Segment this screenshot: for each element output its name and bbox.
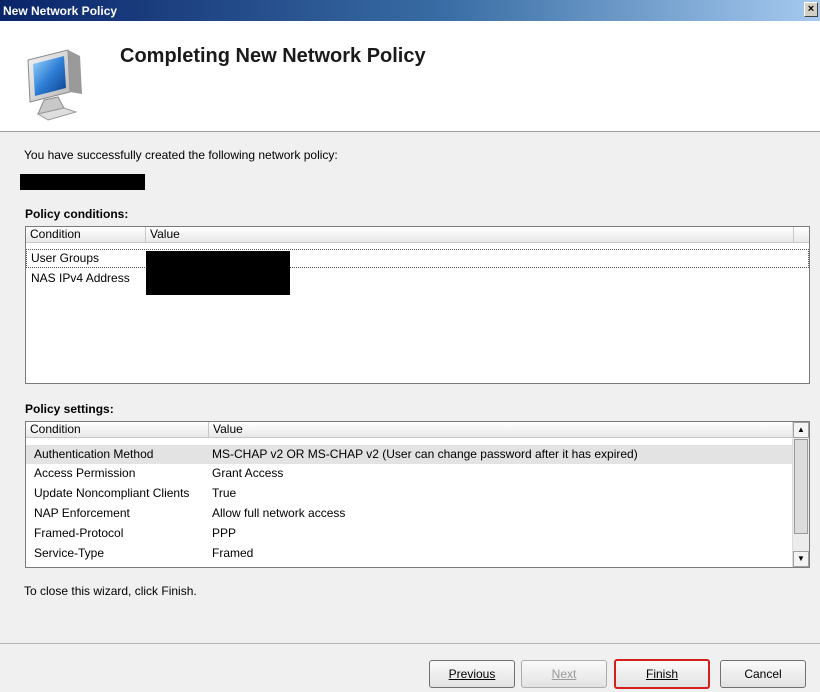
policy-conditions-list[interactable]: Condition Value User Groups NAS IPv4 Add… [25, 226, 810, 384]
previous-button-label: Previous [448, 667, 496, 681]
new-network-policy-dialog: New Network Policy × Completing New Netw… [0, 0, 820, 692]
finish-button[interactable]: Finish [614, 659, 710, 689]
condition-cell: Authentication Method [34, 447, 154, 461]
table-row[interactable]: Authentication Method MS-CHAP v2 OR MS-C… [26, 445, 809, 464]
table-row[interactable]: NAP Enforcement Allow full network acces… [26, 504, 809, 523]
condition-cell: Access Permission [34, 466, 136, 480]
computer-monitor-icon [27, 49, 82, 121]
table-row[interactable]: Update Noncompliant Clients True [26, 484, 809, 503]
page-title: Completing New Network Policy [120, 45, 426, 67]
finish-button-label: Finish [645, 667, 678, 681]
policy-conditions-header: Condition Value [26, 227, 809, 243]
scroll-up-icon[interactable]: ▲ [793, 422, 809, 438]
policy-settings-header: Condition Value [26, 422, 809, 438]
previous-button[interactable]: Previous [429, 660, 515, 688]
table-row[interactable]: NAS IPv4 Address [26, 269, 809, 288]
condition-cell: User Groups [31, 251, 100, 265]
value-cell: Allow full network access [212, 506, 346, 520]
redacted-condition-values [146, 251, 290, 295]
column-header-condition[interactable]: Condition [26, 227, 146, 243]
column-header-value[interactable]: Value [209, 422, 794, 438]
policy-conditions-label: Policy conditions: [25, 207, 129, 221]
cancel-button-label: Cancel [744, 667, 782, 681]
wizard-header: Completing New Network Policy [0, 21, 820, 132]
condition-cell: Service-Type [34, 546, 105, 560]
close-hint-text: To close this wizard, click Finish. [24, 584, 197, 598]
policy-settings-label: Policy settings: [25, 402, 114, 416]
table-row[interactable]: Access Permission Grant Access [26, 464, 809, 483]
value-cell: Grant Access [212, 466, 284, 480]
title-bar: New Network Policy × [0, 0, 820, 21]
column-header-value[interactable]: Value [146, 227, 794, 243]
footer-divider [0, 643, 820, 644]
condition-cell: Framed-Protocol [34, 526, 124, 540]
condition-cell: NAS IPv4 Address [31, 271, 130, 285]
window-title: New Network Policy [3, 3, 118, 18]
value-cell: True [212, 486, 237, 500]
redacted-policy-name [20, 174, 145, 190]
next-button[interactable]: Next [521, 660, 607, 688]
table-row[interactable]: User Groups [26, 249, 809, 268]
condition-cell: NAP Enforcement [34, 506, 130, 520]
cancel-button[interactable]: Cancel [720, 660, 806, 688]
close-icon[interactable]: × [804, 2, 818, 17]
next-button-label: Next [551, 667, 577, 681]
value-cell: Framed [212, 546, 254, 560]
intro-text: You have successfully created the follow… [24, 148, 338, 162]
policy-settings-scrollbar[interactable]: ▲ ▼ [792, 422, 809, 567]
value-cell: PPP [212, 526, 237, 540]
scrollbar-thumb[interactable] [794, 439, 808, 534]
scroll-down-icon[interactable]: ▼ [793, 551, 809, 567]
column-header-condition[interactable]: Condition [26, 422, 209, 438]
condition-cell: Update Noncompliant Clients [34, 486, 190, 500]
policy-settings-list[interactable]: Condition Value Authentication Method MS… [25, 421, 810, 568]
table-row[interactable]: Service-Type Framed [26, 544, 809, 563]
table-row[interactable]: Framed-Protocol PPP [26, 524, 809, 543]
value-cell: MS-CHAP v2 OR MS-CHAP v2 (User can chang… [212, 447, 638, 461]
